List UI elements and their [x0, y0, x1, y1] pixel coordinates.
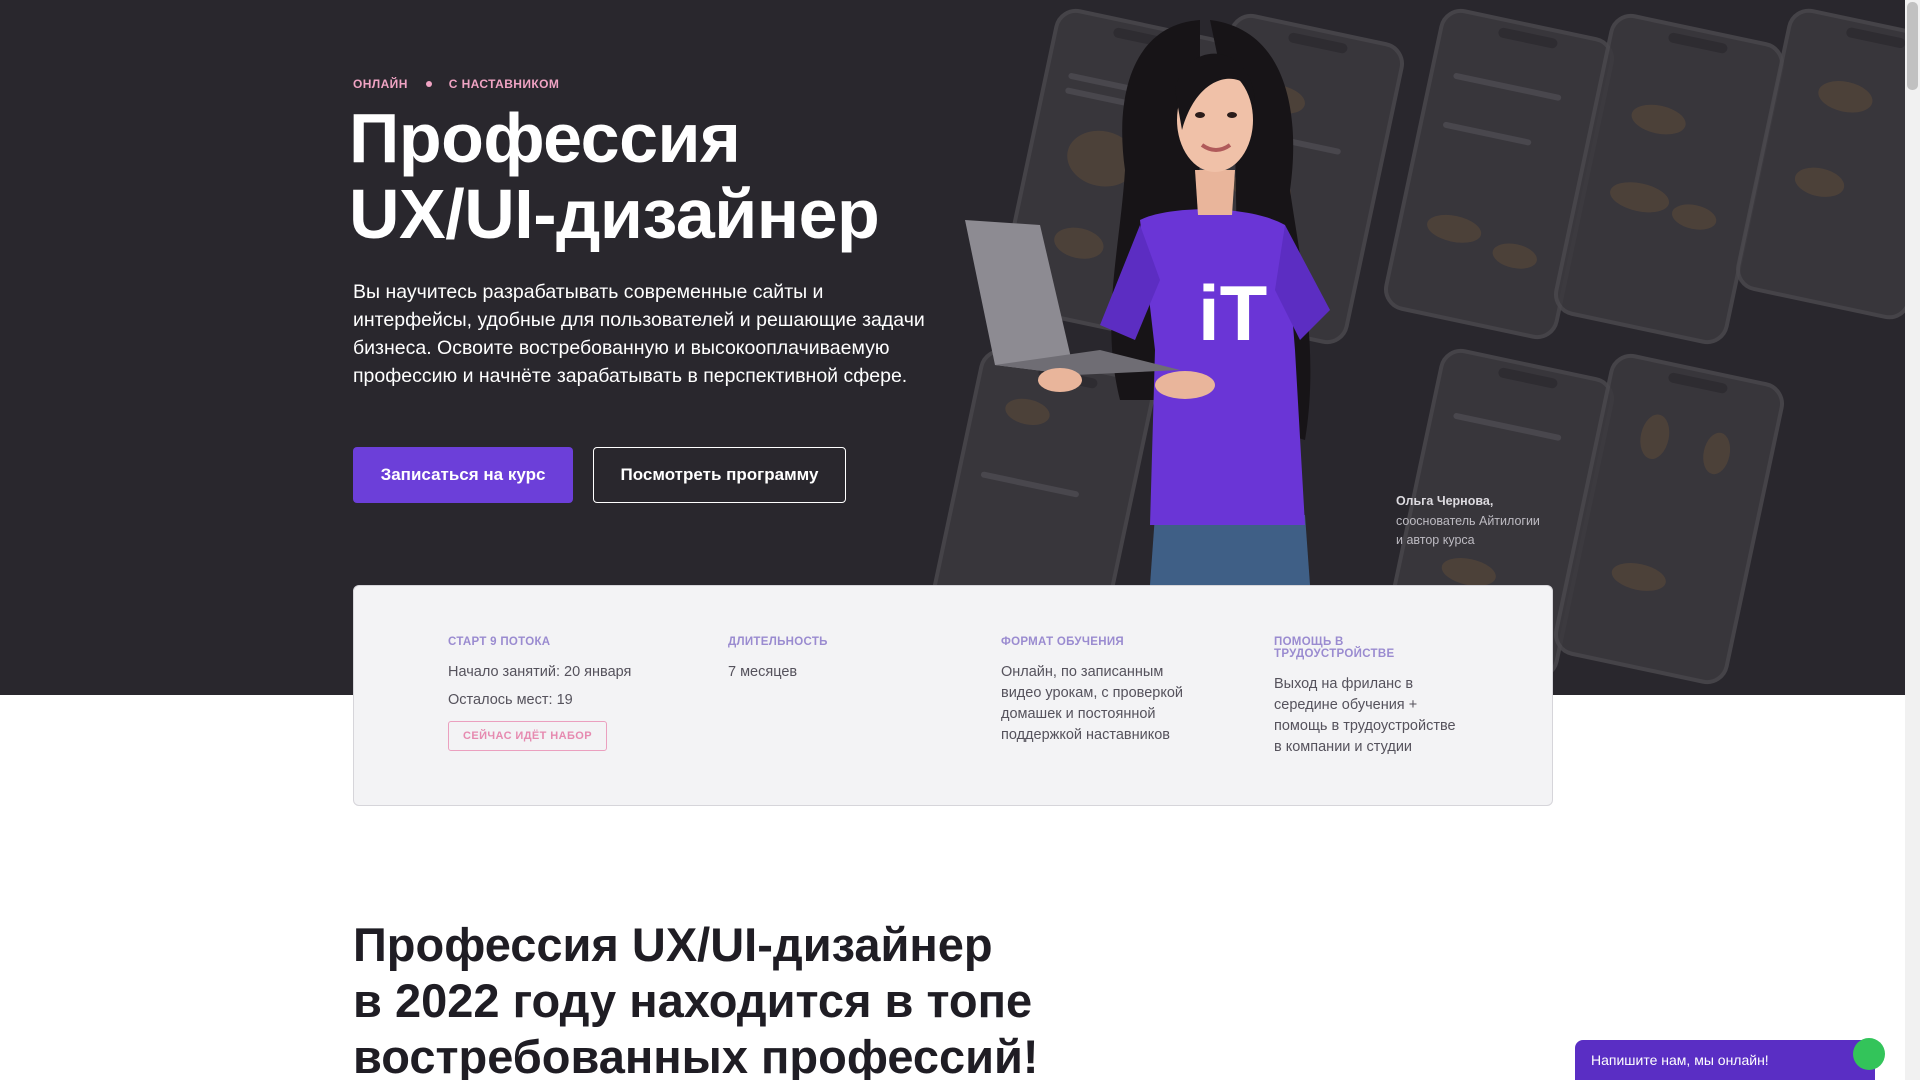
section-heading-line3: востребованных профессий!	[353, 1030, 1039, 1080]
view-program-button[interactable]: Посмотреть программу	[593, 447, 846, 503]
info-start-label: СТАРТ 9 ПОТОКА	[448, 636, 551, 648]
info-job-help-label: ПОМОЩЬ В ТРУДОУСТРОЙСТВЕ	[1274, 636, 1395, 660]
chat-widget[interactable]: Напишите нам, мы онлайн!	[1575, 1038, 1885, 1080]
tag-online: ОНЛАЙН	[353, 77, 408, 91]
enroll-button[interactable]: Записаться на курс	[353, 447, 573, 503]
info-start-date: Начало занятий: 20 января	[448, 664, 632, 680]
page-title-line2: UX/UI-дизайнер	[349, 175, 880, 253]
course-info-card: СТАРТ 9 ПОТОКА Начало занятий: 20 января…	[353, 585, 1553, 806]
scrollbar-thumb[interactable]	[1907, 2, 1918, 90]
page: iT ОНЛАЙН С НАСТАВНИКОМ Профессия UX/UI-…	[0, 0, 1905, 1080]
section-heading: Профессия UX/UI-дизайнер в 2022 году нах…	[353, 917, 1039, 1080]
chat-widget-label: Напишите нам, мы онлайн!	[1591, 1052, 1769, 1068]
instructor-illustration: iT	[965, 20, 1330, 585]
info-seats-left: Осталось мест: 19	[448, 692, 573, 708]
info-job-help-value: Выход на фриланс в середине обучения + п…	[1274, 676, 1456, 755]
online-status-icon	[1853, 1038, 1885, 1070]
instructor-name: Ольга Чернова,	[1396, 494, 1494, 508]
info-format-label: ФОРМАТ ОБУЧЕНИЯ	[1001, 636, 1124, 648]
info-start: СТАРТ 9 ПОТОКА Начало занятий: 20 января…	[448, 636, 668, 751]
instructor-role-line1: сооснователь Айтилогии	[1396, 513, 1540, 528]
info-format-value: Онлайн, по записанным видео урокам, с пр…	[1001, 664, 1183, 743]
shirt-logo: iT	[1198, 269, 1267, 357]
info-job-help: ПОМОЩЬ В ТРУДОУСТРОЙСТВЕ Выход на фрилан…	[1274, 636, 1464, 758]
hero-description: Вы научитесь разрабатывать современные с…	[353, 281, 925, 387]
tag-mentor: С НАСТАВНИКОМ	[448, 77, 560, 91]
instructor-caption: Ольга Чернова, сооснователь Айтилогии и …	[1396, 492, 1540, 551]
instructor-photo: iT	[950, 20, 1440, 585]
page-title-line1: Профессия	[349, 99, 741, 177]
info-duration-label: ДЛИТЕЛЬНОСТЬ	[728, 636, 828, 648]
instructor-role-line2: и автор курса	[1396, 533, 1475, 547]
page-scrollbar[interactable]	[1905, 0, 1920, 1080]
tag-separator-dot	[425, 81, 432, 87]
info-format: ФОРМАТ ОБУЧЕНИЯ Онлайн, по записанным ви…	[1001, 636, 1191, 746]
info-duration: ДЛИТЕЛЬНОСТЬ 7 месяцев	[728, 636, 928, 683]
course-tags: ОНЛАЙН С НАСТАВНИКОМ	[353, 77, 559, 91]
section-heading-line2: в 2022 году находится в топе	[353, 974, 1033, 1027]
enrollment-status-badge: СЕЙЧАС ИДЁТ НАБОР	[448, 721, 607, 751]
section-heading-line1: Профессия UX/UI-дизайнер	[353, 918, 993, 971]
info-duration-value: 7 месяцев	[728, 664, 798, 680]
page-title: Профессия UX/UI-дизайнер	[349, 99, 880, 253]
